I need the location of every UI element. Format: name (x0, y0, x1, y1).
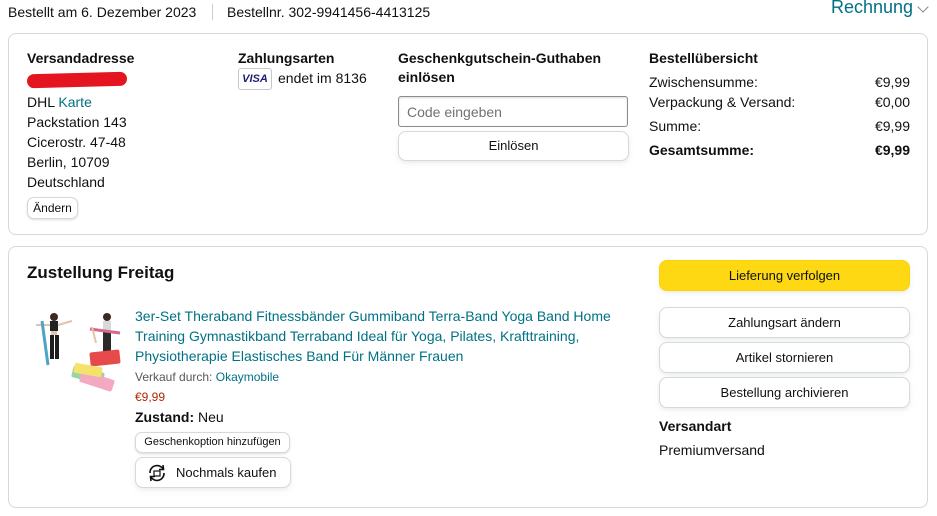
visa-card-icon: VISA (238, 68, 272, 90)
carrier-line: DHL Karte (27, 94, 92, 110)
summary-label: Verpackung & Versand: (649, 94, 796, 110)
gift-card-heading-2: einlösen (398, 69, 455, 85)
change-payment-button[interactable]: Zahlungsart ändern (659, 307, 910, 338)
change-address-button[interactable]: Ändern (27, 197, 78, 219)
gift-card-heading: Geschenkgutschein-Guthaben (398, 50, 602, 66)
buy-again-icon (149, 464, 165, 482)
total-value: €9,99 (874, 142, 910, 158)
summary-value: €0,00 (874, 94, 910, 110)
track-delivery-button[interactable]: Lieferung verfolgen (659, 260, 910, 291)
order-header: Bestellt am 6. Dezember 2023 Bestellnr. … (0, 0, 937, 26)
summary-label: Zwischensumme: (649, 74, 758, 90)
buy-again-button[interactable]: Nochmals kaufen (135, 457, 291, 488)
payment-heading: Zahlungsarten (238, 50, 335, 66)
redacted-name (26, 71, 128, 89)
order-summary-heading: Bestellübersicht (649, 50, 758, 66)
gift-code-input[interactable] (398, 96, 628, 127)
carrier: DHL (27, 94, 55, 110)
invoice-label: Rechnung (831, 0, 914, 17)
order-date: Bestellt am 6. Dezember 2023 (8, 4, 197, 20)
condition-value: Neu (198, 409, 224, 425)
product-price: €9,99 (135, 390, 166, 404)
seller-link[interactable]: Okaymobile (216, 370, 279, 384)
header-divider (212, 4, 213, 20)
shipping-method-heading: Versandart (659, 418, 732, 434)
archive-order-button[interactable]: Bestellung archivieren (659, 377, 910, 408)
address-line: Cicerostr. 47-48 (27, 134, 126, 150)
total-label: Gesamtsumme: (649, 142, 755, 158)
sold-by-label: Verkauf durch: (135, 370, 213, 384)
invoice-dropdown[interactable]: Rechnung (831, 0, 929, 18)
buy-again-label: Nochmals kaufen (176, 465, 277, 480)
address-line: Berlin, 10709 (27, 154, 110, 170)
seller-line: Verkauf durch: Okaymobile (135, 370, 279, 384)
order-info-panel: Versandadresse DHL Karte Packstation 143… (8, 33, 928, 235)
delivery-panel: Zustellung Freitag 3er-Set Theraband Fit… (8, 246, 928, 508)
cancel-item-button[interactable]: Artikel stornieren (659, 342, 910, 373)
product-image[interactable] (32, 307, 124, 397)
add-gift-option-button[interactable]: Geschenkoption hinzufügen (135, 432, 290, 453)
shipping-address-heading: Versandadresse (27, 50, 135, 66)
condition-label: Zustand: (135, 409, 195, 425)
product-title-line[interactable]: Training Gymnastikband Terraband Ideal f… (135, 328, 579, 344)
order-number: Bestellnr. 302-9941456-4413125 (227, 4, 431, 20)
summary-value: €9,99 (874, 118, 910, 134)
summary-value: €9,99 (874, 74, 910, 90)
address-line: Packstation 143 (27, 114, 127, 130)
chevron-down-icon (917, 1, 929, 13)
address-line: Deutschland (27, 174, 105, 190)
delivery-heading: Zustellung Freitag (27, 263, 175, 282)
summary-label: Summe: (649, 118, 702, 134)
map-link[interactable]: Karte (58, 94, 91, 110)
product-title-line[interactable]: Physiotherapie Elastisches Band Für Männ… (135, 348, 463, 364)
condition-line: Zustand: Neu (135, 409, 224, 425)
shipping-method: Premiumversand (659, 442, 765, 458)
card-ending: endet im 8136 (278, 70, 367, 86)
product-title-line[interactable]: 3er-Set Theraband Fitnessbänder Gummiban… (135, 308, 611, 324)
redeem-button[interactable]: Einlösen (398, 131, 629, 161)
